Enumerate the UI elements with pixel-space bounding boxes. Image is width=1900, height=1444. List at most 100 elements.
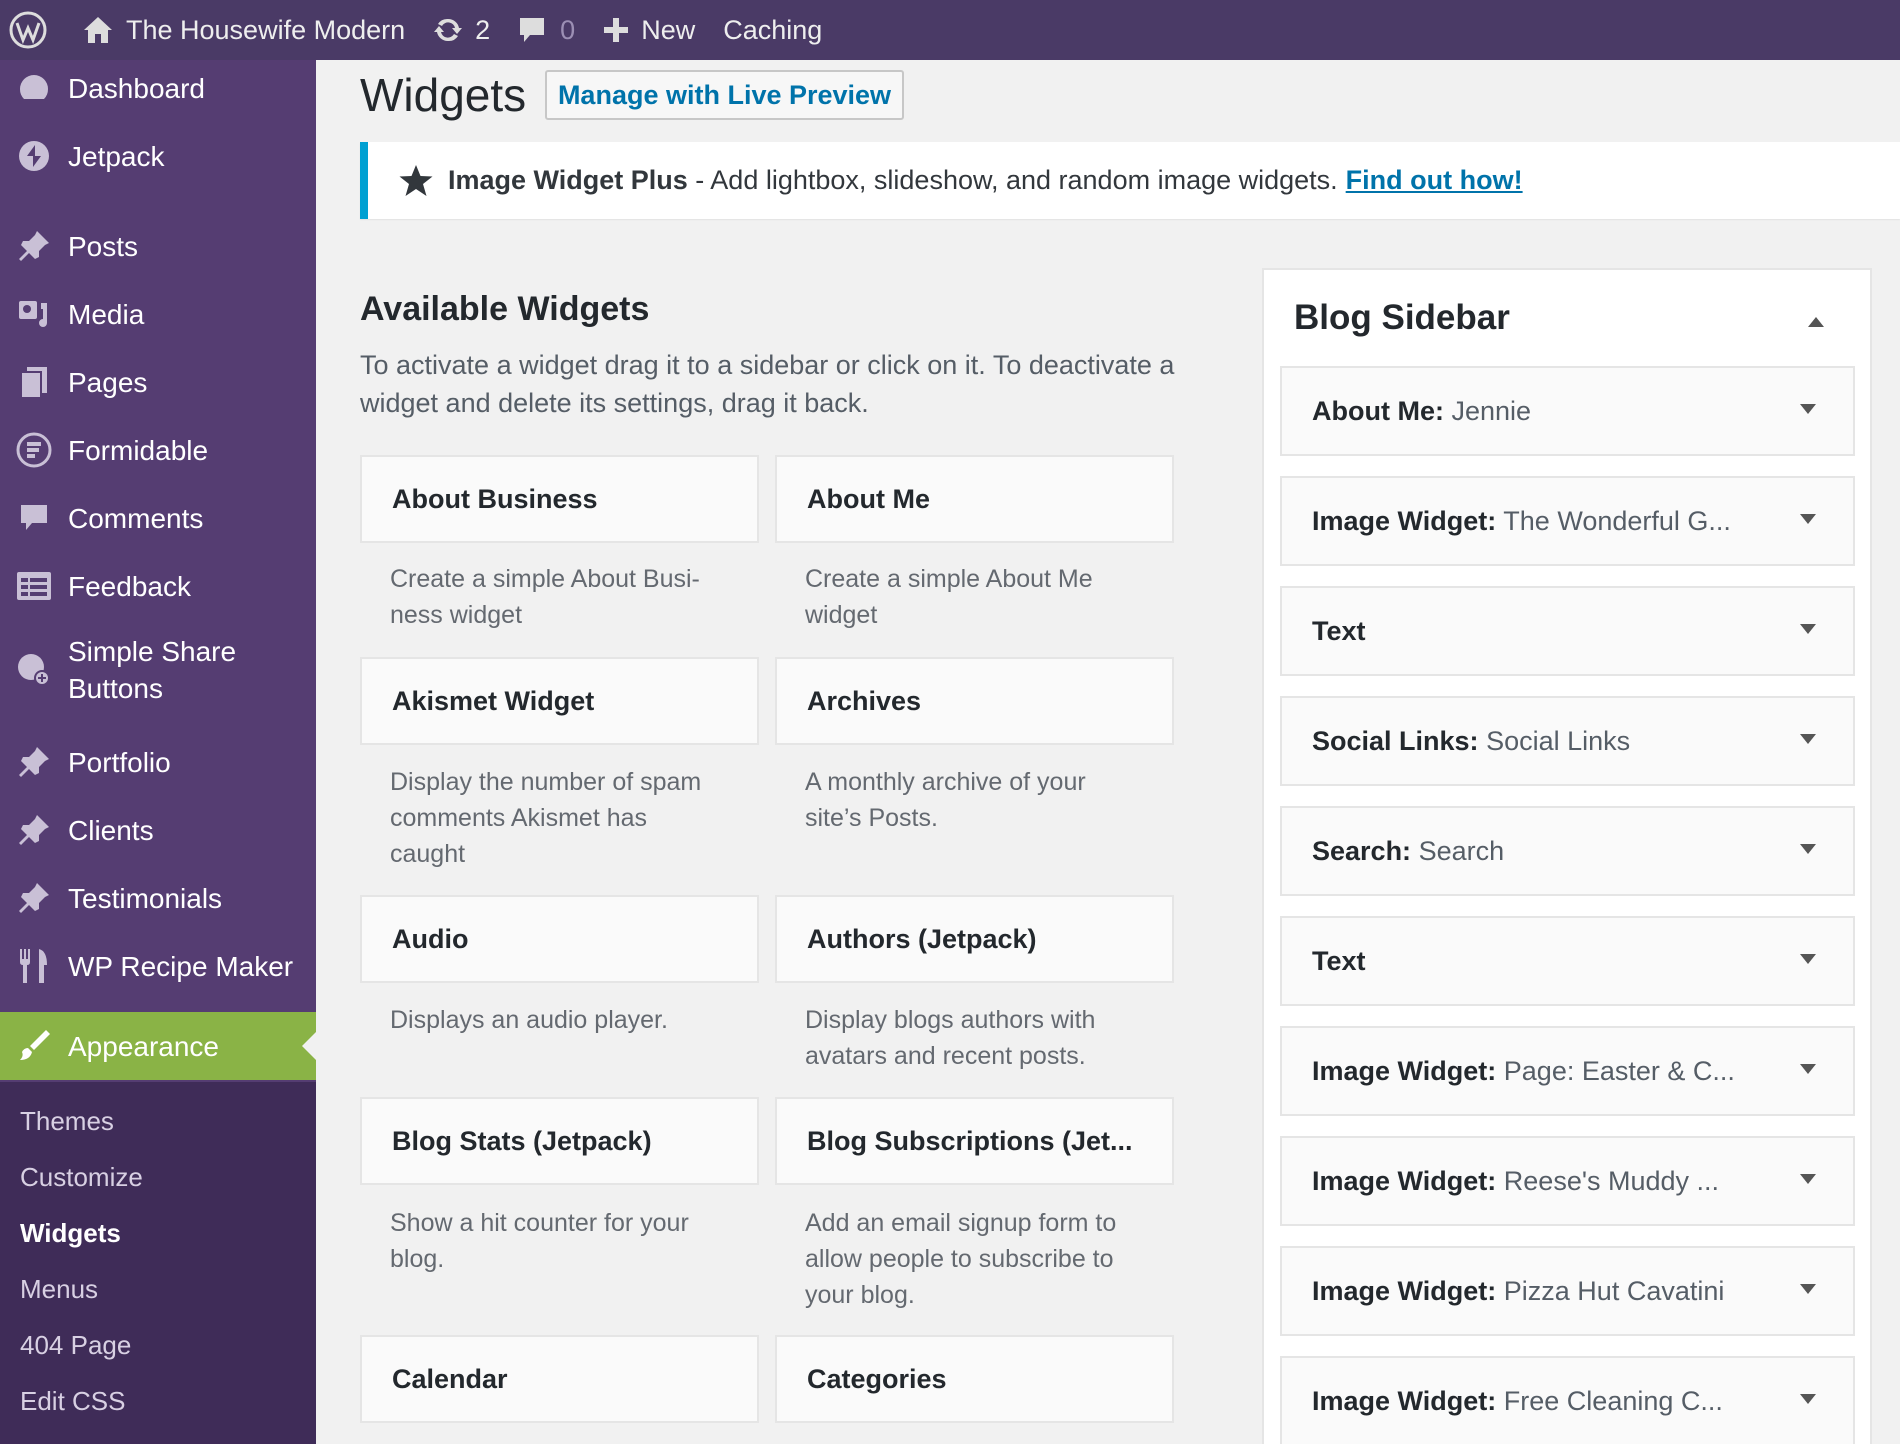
submenu-item-widgets[interactable]: Widgets (20, 1218, 121, 1249)
share-icon (12, 648, 56, 692)
feedback-icon (12, 564, 56, 608)
widget-description: Display the number of spam comments Akis… (390, 768, 702, 868)
menu-item-posts[interactable]: Posts (0, 218, 316, 274)
sidebar-widget-about-me[interactable]: About Me: Jennie (1280, 366, 1855, 456)
sidebar-widget-text[interactable]: Text (1280, 586, 1855, 676)
menu-item-jetpack[interactable]: Jetpack (0, 128, 316, 184)
menu-item-label: Comments (68, 502, 204, 534)
sidebar-widget-title: The Wonderful G... (1496, 505, 1731, 536)
menu-item-wp-recipe-maker[interactable]: WP Recipe Maker (0, 938, 316, 994)
widget-description: Displays an audio player. (390, 1006, 668, 1034)
menu-item-portfolio[interactable]: Portfolio (0, 734, 316, 790)
blog-sidebar-title[interactable]: Blog Sidebar (1294, 298, 1510, 338)
available-widgets-description: To activate a widget drag it to a sideba… (360, 350, 1175, 418)
sidebar-widget-social-links[interactable]: Social Links: Social Links (1280, 696, 1855, 786)
collapse-arrow-icon[interactable] (1804, 312, 1828, 332)
widget-about-business[interactable]: About Business (360, 455, 759, 543)
menu-item-label: Clients (68, 814, 154, 846)
menu-item-pages[interactable]: Pages (0, 354, 316, 410)
menu-item-appearance[interactable]: Appearance (0, 1012, 316, 1080)
notice-title: Image Widget Plus (448, 165, 688, 195)
widget-categories[interactable]: Categories (775, 1335, 1174, 1423)
manage-live-preview-button[interactable]: Manage with Live Preview (545, 70, 904, 120)
widget-blog-stats-jetpack[interactable]: Blog Stats (Jetpack) (360, 1097, 759, 1185)
submenu-item-menus[interactable]: Menus (20, 1274, 98, 1305)
submenu-item-edit-css[interactable]: Edit CSS (20, 1386, 126, 1417)
expand-arrow-icon[interactable] (1799, 953, 1817, 967)
menu-item-formidable[interactable]: Formidable (0, 422, 316, 478)
new-content-link[interactable]: New (589, 0, 709, 60)
sidebar-widget-image-widget[interactable]: Image Widget: Reese's Muddy ... (1280, 1136, 1855, 1226)
sidebar-widget-name: Text (1312, 615, 1366, 646)
expand-arrow-icon[interactable] (1799, 733, 1817, 747)
expand-arrow-icon[interactable] (1799, 1063, 1817, 1077)
menu-item-label: Media (68, 298, 145, 330)
pin-icon (12, 876, 56, 920)
sidebar-widget-image-widget[interactable]: Image Widget: Free Cleaning C... (1280, 1356, 1855, 1444)
widget-about-me[interactable]: About Me (775, 455, 1174, 543)
wordpress-logo-icon[interactable] (0, 0, 68, 60)
sidebar-widget-search[interactable]: Search: Search (1280, 806, 1855, 896)
sidebar-widget-name: Text (1312, 945, 1366, 976)
submenu-item-customize[interactable]: Customize (20, 1162, 143, 1193)
menu-item-clients[interactable]: Clients (0, 802, 316, 858)
menu-item-label: Dashboard (68, 72, 205, 104)
admin-bar: The Housewife Modern 2 0 New Caching (0, 0, 1900, 60)
home-icon (82, 15, 114, 45)
comments-count: 0 (560, 14, 576, 45)
sidebar-widget-text[interactable]: Text (1280, 916, 1855, 1006)
menu-item-simple-share-buttons[interactable]: Simple Share Buttons (0, 626, 316, 714)
expand-arrow-icon[interactable] (1799, 623, 1817, 637)
widget-authors-jetpack[interactable]: Authors (Jetpack) (775, 895, 1174, 983)
menu-item-label: Posts (68, 230, 139, 262)
widget-blog-subscriptions-jet[interactable]: Blog Subscriptions (Jet... (775, 1097, 1174, 1185)
sidebar-widget-name: Image Widget: (1312, 1165, 1497, 1196)
comments-link[interactable]: 0 (504, 0, 589, 60)
widget-description: Display blogs authors with avatars and r… (805, 1006, 1096, 1070)
widget-calendar[interactable]: Calendar (360, 1335, 759, 1423)
comment-icon (12, 496, 56, 540)
expand-arrow-icon[interactable] (1799, 1283, 1817, 1297)
menu-item-testimonials[interactable]: Testimonials (0, 870, 316, 926)
refresh-icon (433, 15, 463, 45)
widget-akismet-widget[interactable]: Akismet Widget (360, 657, 759, 745)
menu-item-label: Jetpack (68, 140, 165, 172)
widget-archives[interactable]: Archives (775, 657, 1174, 745)
submenu-item-themes[interactable]: Themes (20, 1106, 114, 1137)
sidebar-widget-name: Image Widget: (1312, 505, 1497, 536)
sidebar-widget-name: Image Widget: (1312, 1275, 1497, 1306)
expand-arrow-icon[interactable] (1799, 1393, 1817, 1407)
menu-item-label: WP Recipe Maker (68, 950, 294, 982)
sidebar-widget-image-widget[interactable]: Image Widget: The Wonderful G... (1280, 476, 1855, 566)
pin-icon (12, 740, 56, 784)
expand-arrow-icon[interactable] (1799, 843, 1817, 857)
dashboard-icon (12, 66, 56, 110)
menu-item-label: Portfolio (68, 746, 171, 778)
widget-audio[interactable]: Audio (360, 895, 759, 983)
pin-icon (12, 224, 56, 268)
submenu-item-404-page[interactable]: 404 Page (20, 1330, 131, 1361)
sidebar-widget-title: Free Cleaning C... (1496, 1385, 1723, 1416)
menu-item-feedback[interactable]: Feedback (0, 558, 316, 614)
menu-item-media[interactable]: Media (0, 286, 316, 342)
expand-arrow-icon[interactable] (1799, 403, 1817, 417)
caching-label: Caching (723, 14, 823, 45)
expand-arrow-icon[interactable] (1799, 1173, 1817, 1187)
pin-icon (12, 808, 56, 852)
sidebar-widget-image-widget[interactable]: Image Widget: Page: Easter & C... (1280, 1026, 1855, 1116)
updates-link[interactable]: 2 (419, 0, 504, 60)
sidebar-widget-title: Social Links (1478, 725, 1631, 756)
menu-item-comments[interactable]: Comments (0, 490, 316, 546)
expand-arrow-icon[interactable] (1799, 513, 1817, 527)
sidebar-widget-title: Jennie (1443, 395, 1532, 426)
menu-item-label: Formidable (68, 434, 209, 466)
caching-link[interactable]: Caching (709, 0, 836, 60)
sidebar-widget-name: Search: (1312, 835, 1412, 866)
menu-item-dashboard[interactable]: Dashboard (0, 60, 316, 116)
notice-link[interactable]: Find out how! (1346, 165, 1523, 196)
sidebar-widget-name: Image Widget: (1312, 1055, 1497, 1086)
media-icon (12, 292, 56, 336)
plugin-notice: Image Widget Plus - Add lightbox, slides… (360, 142, 1900, 219)
site-name-link[interactable]: The Housewife Modern (68, 0, 419, 60)
sidebar-widget-image-widget[interactable]: Image Widget: Pizza Hut Cavatini (1280, 1246, 1855, 1336)
